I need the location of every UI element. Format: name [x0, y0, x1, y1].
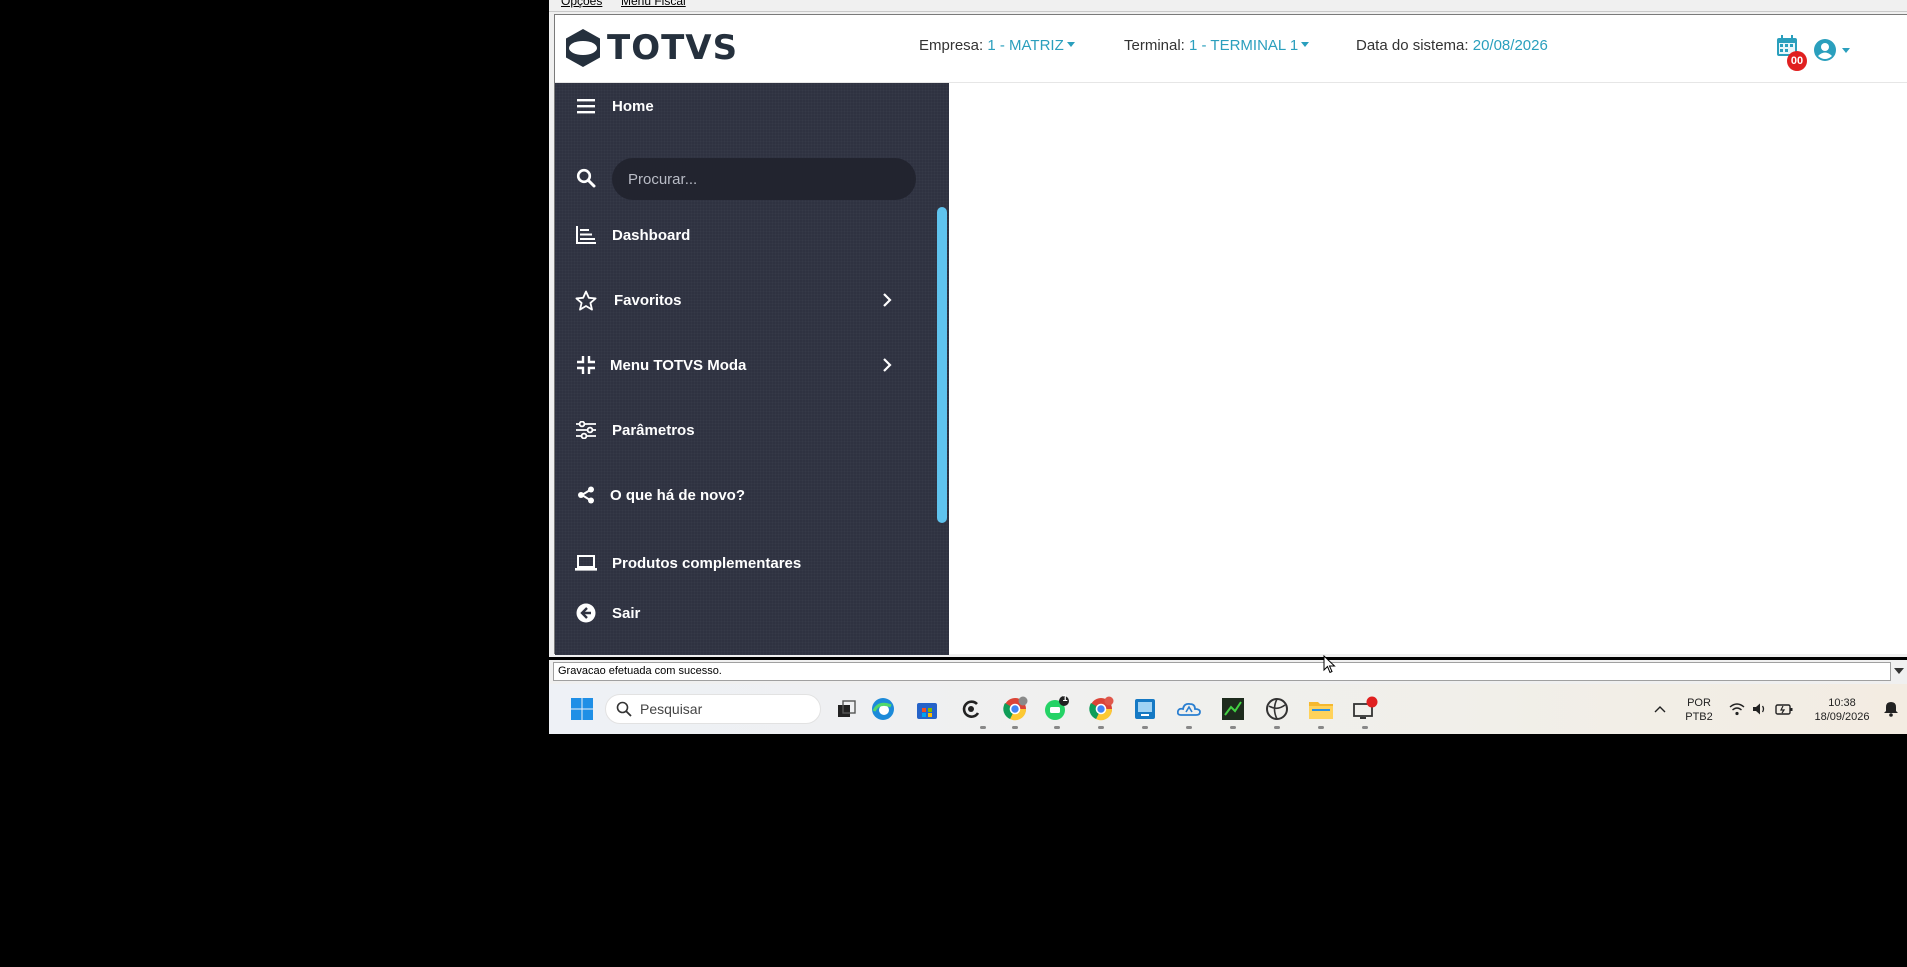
sliders-icon	[575, 419, 597, 441]
file-explorer-icon[interactable]	[1307, 695, 1335, 723]
status-dropdown-icon[interactable]	[1894, 668, 1904, 674]
sidebar-item-dashboard[interactable]: Dashboard	[555, 215, 935, 255]
terminal-label: Terminal:	[1124, 37, 1185, 54]
system-date-value: 20/08/2026	[1472, 37, 1548, 54]
edge-browser-icon[interactable]	[869, 695, 897, 723]
sidebar-item-label: Favoritos	[614, 291, 682, 309]
system-date-label: Data do sistema:	[1356, 37, 1469, 54]
empresa-selector[interactable]: Empresa: 1 - MATRIZ	[919, 37, 1075, 54]
wifi-icon[interactable]	[1729, 702, 1745, 716]
totvs-logo-icon	[566, 29, 600, 67]
system-date: Data do sistema: 20/08/2026	[1356, 37, 1548, 54]
caret-down-icon	[1301, 41, 1310, 47]
legacy-menubar: Opções Menu Fiscal	[549, 0, 1907, 12]
notification-badge: 00	[1787, 51, 1807, 71]
sidebar-item-novidades[interactable]: O que há de novo?	[555, 475, 935, 515]
sidebar-item-sair[interactable]: Sair	[555, 593, 935, 633]
terminal-selector[interactable]: Terminal: 1 - TERMINAL 1	[1124, 37, 1310, 54]
sidebar-search-input[interactable]	[612, 158, 916, 200]
app-window: TOTVS Empresa: 1 - MATRIZ Terminal: 1 - …	[549, 12, 1907, 657]
search-icon	[616, 701, 632, 717]
language-text: POR	[1687, 697, 1711, 709]
taskbar-search-placeholder: Pesquisar	[640, 701, 703, 717]
arrow-left-circle-icon	[575, 602, 597, 624]
menu-fiscal[interactable]: Menu Fiscal	[621, 0, 686, 8]
hamburger-icon[interactable]	[575, 95, 597, 117]
user-avatar-icon[interactable]	[1812, 37, 1838, 63]
browser-globe-icon[interactable]	[1263, 695, 1291, 723]
menu-opcoes[interactable]: Opções	[561, 0, 602, 8]
sidebar-item-label: Sair	[612, 604, 641, 622]
onedrive-icon[interactable]	[1175, 695, 1203, 723]
app-circle-icon[interactable]	[957, 695, 985, 723]
status-bar: Gravacao efetuada com sucesso.	[549, 660, 1907, 684]
windows-taskbar: Pesquisar 1 POR PTB2 10:38 18/09/2026	[549, 684, 1907, 734]
whatsapp-icon[interactable]: 1	[1043, 693, 1071, 723]
search-icon	[575, 167, 597, 189]
sidebar-item-label: Menu TOTVS Moda	[610, 356, 747, 374]
sidebar-item-produtos-complementares[interactable]: Produtos complementares	[555, 543, 935, 583]
sidebar-item-label: O que há de novo?	[610, 486, 746, 504]
tray-chevron-up-icon[interactable]	[1654, 705, 1666, 713]
sidebar-scrollbar[interactable]	[937, 207, 947, 523]
app-content: TOTVS Empresa: 1 - MATRIZ Terminal: 1 - …	[554, 14, 1907, 655]
notification-bell-icon[interactable]	[1883, 701, 1899, 717]
sidebar-search-box	[612, 158, 916, 200]
chrome-icon[interactable]	[1087, 695, 1115, 723]
mouse-cursor-icon	[1323, 655, 1336, 674]
sidebar-item-menu-totvs-moda[interactable]: Menu TOTVS Moda	[555, 345, 935, 385]
bar-chart-icon	[575, 224, 597, 246]
taskbar-search[interactable]: Pesquisar	[605, 694, 821, 724]
sidebar: Home Dashboard	[555, 83, 949, 655]
chevron-right-icon	[883, 358, 892, 372]
laptop-icon	[575, 552, 597, 574]
logo-text: TOTVS	[607, 28, 739, 68]
keyboard-layout-text: PTB2	[1685, 711, 1713, 723]
sidebar-item-label: Produtos complementares	[612, 554, 802, 572]
share-icon	[575, 484, 597, 506]
remote-access-icon[interactable]	[1351, 695, 1379, 723]
star-icon	[575, 289, 597, 311]
totvs-logo[interactable]: TOTVS	[565, 27, 738, 69]
windows-start-icon[interactable]	[568, 695, 596, 723]
chrome-profile-icon[interactable]	[1001, 695, 1029, 723]
app-header: TOTVS Empresa: 1 - MATRIZ Terminal: 1 - …	[555, 15, 1907, 83]
remote-desktop-icon[interactable]	[1131, 695, 1159, 723]
store-icon[interactable]	[913, 695, 941, 723]
status-message: Gravacao efetuada com sucesso.	[553, 662, 1891, 681]
empresa-label: Empresa:	[919, 37, 984, 54]
task-view-icon[interactable]	[833, 695, 861, 723]
sidebar-item-label: Parâmetros	[612, 421, 695, 439]
sidebar-item-label: Dashboard	[612, 226, 691, 244]
terminal-value[interactable]: 1 - TERMINAL 1	[1189, 37, 1298, 54]
empresa-value[interactable]: 1 - MATRIZ	[987, 37, 1063, 54]
sidebar-home-label: Home	[612, 97, 654, 115]
clock-date: 18/09/2026	[1814, 711, 1870, 723]
language-indicator[interactable]: POR PTB2	[1679, 696, 1719, 724]
screen: Opções Menu Fiscal TOTVS Empresa: 1 - MA…	[0, 0, 1907, 967]
chevron-right-icon	[883, 293, 892, 307]
terminal-app-icon[interactable]	[1219, 695, 1247, 723]
whatsapp-badge: 1	[1062, 693, 1068, 703]
clock[interactable]: 10:38 18/09/2026	[1807, 696, 1877, 724]
volume-icon[interactable]	[1752, 702, 1768, 716]
user-menu-caret-icon[interactable]	[1842, 48, 1850, 53]
sidebar-item-parametros[interactable]: Parâmetros	[555, 410, 935, 450]
clock-time: 10:38	[1828, 697, 1856, 709]
battery-icon[interactable]	[1775, 702, 1793, 716]
sidebar-home[interactable]: Home	[555, 86, 935, 126]
caret-down-icon	[1066, 41, 1075, 47]
compress-icon	[575, 354, 597, 376]
sidebar-item-favoritos[interactable]: Favoritos	[555, 280, 935, 320]
